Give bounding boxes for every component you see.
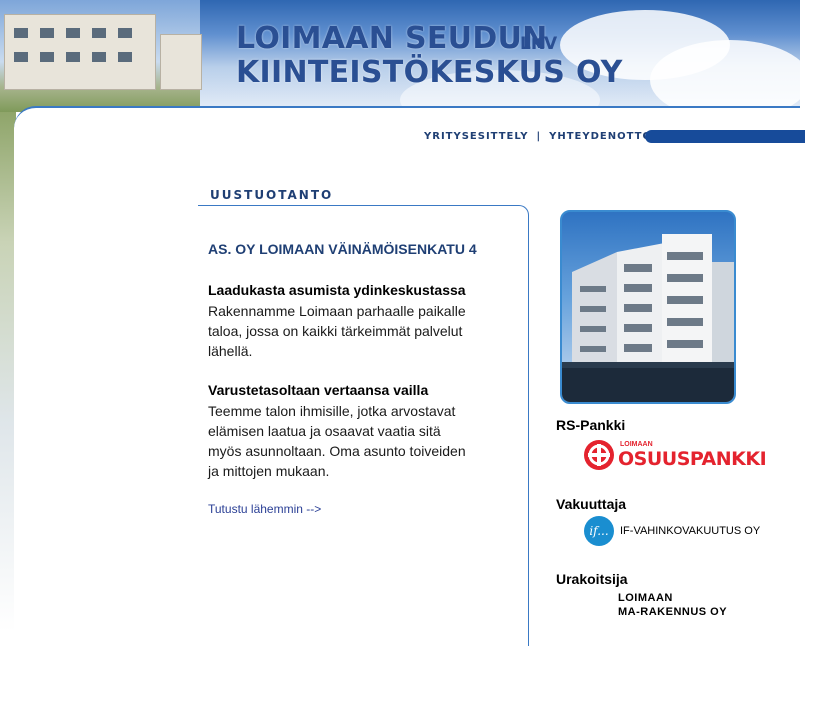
window-shape bbox=[40, 52, 54, 62]
property-headline: AS. OY LOIMAAN VÄINÄMÖISENKATU 4 bbox=[208, 241, 477, 257]
window-shape bbox=[118, 52, 132, 62]
window-shape bbox=[40, 28, 54, 38]
contractor-label: Urakoitsija bbox=[556, 571, 628, 587]
contractor-name-line2[interactable]: MA-RAKENNUS OY bbox=[618, 606, 727, 618]
window-shape bbox=[66, 52, 80, 62]
nav-separator: | bbox=[536, 131, 542, 142]
contractor-name-line1[interactable]: LOIMAAN bbox=[618, 592, 673, 604]
insurer-name: IF-VAHINKOVAKUUTUS OY bbox=[620, 525, 761, 537]
window-shape bbox=[14, 52, 28, 62]
block1-title: Laadukasta asumista ydinkeskustassa bbox=[208, 282, 466, 298]
if-insurance-logo[interactable]: if... IF-VAHINKOVAKUUTUS OY bbox=[584, 516, 774, 548]
bank-logo-small-text: LOIMAAN bbox=[620, 441, 653, 448]
nav-yritysesittely-link[interactable]: YRITYSESITTELY bbox=[424, 131, 528, 142]
bank-logo-text: OSUUSPANKKI bbox=[618, 448, 767, 470]
company-logo-text: LOIMAAN SEUDUN KIINTEISTÖKESKUS OY bbox=[236, 22, 623, 90]
nav-yhteydenotto-link[interactable]: YHTEYDENOTTO bbox=[549, 131, 652, 142]
window-shape bbox=[118, 28, 132, 38]
header-building-photo bbox=[0, 0, 202, 112]
top-nav: YRITYSESITTELY | YHTEYDENOTTO bbox=[424, 131, 652, 142]
window-shape bbox=[14, 28, 28, 38]
block2-text: Teemme talon ihmisille, jotka arvostavat… bbox=[208, 403, 466, 479]
window-shape bbox=[92, 28, 106, 38]
block2-title: Varustetasoltaan vertaansa vailla bbox=[208, 382, 429, 398]
osuuspankki-logo[interactable]: LOIMAAN OSUUSPANKKI bbox=[584, 440, 767, 474]
block1-text: Rakennamme Loimaan parhaalle paikalle ta… bbox=[208, 303, 466, 359]
lkv-mark: LKV bbox=[520, 34, 558, 54]
read-more-link[interactable]: Tutustu lähemmin --> bbox=[208, 502, 321, 516]
section-title: UUSTUOTANTO bbox=[210, 188, 334, 202]
insurer-label: Vakuuttaja bbox=[556, 496, 627, 512]
header-banner: LOIMAAN SEUDUN KIINTEISTÖKESKUS OY LKV bbox=[0, 0, 800, 112]
building-shape bbox=[160, 34, 202, 90]
bank-label: RS-Pankki bbox=[556, 417, 626, 433]
osuuspankki-icon bbox=[584, 440, 614, 470]
if-logo-icon: if... bbox=[584, 516, 614, 546]
window-shape bbox=[92, 52, 106, 62]
company-name-line1: LOIMAAN SEUDUN bbox=[236, 21, 548, 56]
nav-accent-bar bbox=[645, 130, 805, 143]
window-shape bbox=[66, 28, 80, 38]
property-photo[interactable] bbox=[560, 210, 736, 404]
apartment-building-image bbox=[562, 234, 734, 402]
cloud-decoration bbox=[650, 40, 800, 112]
company-name-line2: KIINTEISTÖKESKUS OY bbox=[236, 55, 623, 90]
